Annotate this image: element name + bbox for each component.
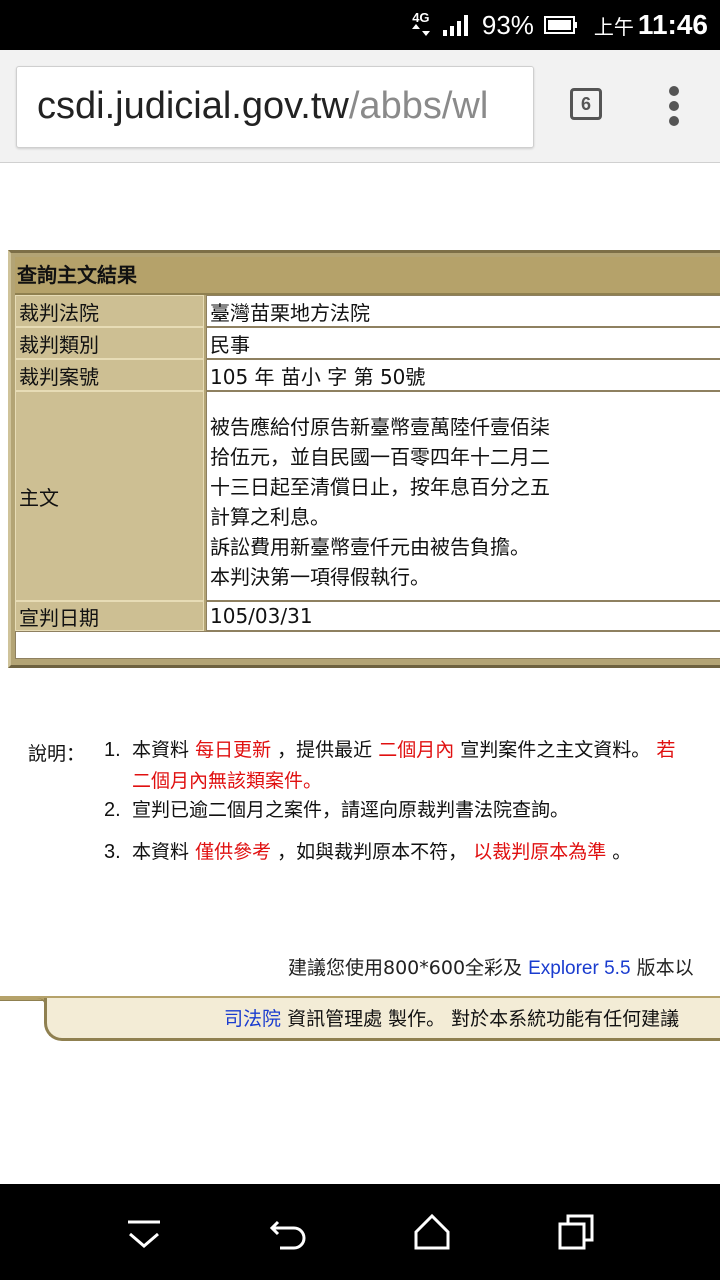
note-text: 本資料 — [132, 739, 190, 761]
table-row-date: 宣判日期 105/03/31 — [15, 601, 720, 631]
note-text: 宣判案件之主文資料。 — [460, 739, 651, 761]
notes-label: 說明： — [28, 743, 86, 765]
table-row-category: 裁判類別 民事 — [15, 327, 720, 359]
note-highlight: 以裁判原本為準 — [473, 841, 607, 863]
status-icons: 4G 93% 上午 11:46 — [410, 0, 708, 50]
note-text: 宣判已逾二個月之案件，請逕向原裁判書法院查詢。 — [132, 799, 570, 821]
row-value: 臺灣苗栗地方法院 — [206, 295, 720, 327]
judicial-yuan-link[interactable]: 司法院 — [224, 1008, 281, 1030]
row-value: 105 年 苗小 字 第 50號 — [206, 359, 720, 391]
recent-apps-icon[interactable] — [556, 1212, 596, 1252]
result-title: 查詢主文結果 — [15, 257, 720, 295]
table-footer-row — [15, 631, 720, 659]
row-label: 裁判法院 — [15, 295, 204, 327]
row-label: 裁判類別 — [15, 327, 204, 359]
note-highlight: 若 — [656, 739, 676, 761]
page-content: 查詢主文結果 裁判法院 臺灣苗栗地方法院 裁判類別 民事 裁判案號 105 年 … — [0, 163, 720, 1183]
note-item-1: 1. 本資料 每日更新 ，提供最近 二個月內 宣判案件之主文資料。 若 二個月內無… — [104, 735, 675, 793]
url-text: csdi.judicial.gov.tw/abbs/wl — [37, 85, 488, 128]
back-icon[interactable] — [268, 1212, 308, 1252]
network-type-icon: 4G — [410, 10, 432, 38]
battery-percent: 93% — [481, 9, 534, 40]
row-label: 主文 — [15, 391, 204, 601]
tab-switcher-button[interactable]: 6 — [570, 88, 602, 120]
browser-toolbar: csdi.judicial.gov.tw/abbs/wl 6 — [0, 50, 720, 163]
hide-keyboard-icon[interactable] — [124, 1212, 164, 1252]
suggest-text: 建議您使用800*600全彩及 — [288, 957, 523, 979]
tab-count: 6 — [580, 93, 591, 114]
browser-suggestion: 建議您使用800*600全彩及 Explorer 5.5 版本以 — [288, 953, 694, 980]
note-text: ，如與裁判原本不符， — [277, 841, 468, 863]
network-type-label: 4G — [412, 10, 430, 25]
note-highlight: 二個月內無該類案件。 — [132, 770, 323, 792]
clock-time: 11:46 — [637, 9, 708, 40]
row-value: 民事 — [206, 327, 720, 359]
footer-credit: 資訊管理處 製作。 對於本系統功能有任何建議 — [287, 1008, 680, 1030]
note-text: 本資料 — [132, 841, 190, 863]
explorer-link[interactable]: Explorer 5.5 — [528, 958, 630, 979]
note-number: 1. — [104, 739, 121, 761]
suggest-text: 版本以 — [636, 957, 694, 979]
address-bar[interactable]: csdi.judicial.gov.tw/abbs/wl — [16, 66, 534, 148]
note-text: 。 — [612, 841, 632, 863]
url-path: /abbs/wl — [348, 85, 489, 127]
row-value: 被告應給付原告新臺幣壹萬陸仟壹佰柒 拾伍元，並自民國一百零四年十二月二 十三日起… — [206, 391, 720, 601]
table-row-main-text: 主文 被告應給付原告新臺幣壹萬陸仟壹佰柒 拾伍元，並自民國一百零四年十二月二 十… — [15, 391, 720, 601]
url-fade — [503, 67, 533, 147]
row-label: 裁判案號 — [15, 359, 204, 391]
note-item-2: 2. 宣判已逾二個月之案件，請逕向原裁判書法院查詢。 — [104, 795, 569, 822]
result-table: 查詢主文結果 裁判法院 臺灣苗栗地方法院 裁判類別 民事 裁判案號 105 年 … — [8, 250, 720, 668]
battery-icon — [543, 16, 577, 34]
signal-icon — [442, 15, 468, 36]
url-domain: csdi.judicial.gov.tw — [37, 85, 349, 127]
note-item-3: 3. 本資料 僅供參考 ，如與裁判原本不符， 以裁判原本為準 。 — [104, 837, 631, 864]
row-value: 105/03/31 — [206, 601, 720, 631]
row-label: 宣判日期 — [15, 601, 204, 631]
note-highlight: 每日更新 — [195, 739, 272, 761]
note-highlight: 二個月內 — [378, 739, 455, 761]
note-number: 2. — [104, 799, 121, 821]
overflow-menu-icon[interactable] — [664, 86, 684, 126]
note-highlight: 僅供參考 — [195, 841, 272, 863]
footer-banner: 司法院 資訊管理處 製作。 對於本系統功能有任何建議 — [0, 996, 720, 1042]
home-icon[interactable] — [412, 1212, 452, 1252]
table-row-case-number: 裁判案號 105 年 苗小 字 第 50號 — [15, 359, 720, 391]
note-number: 3. — [104, 841, 121, 863]
navigation-bar — [0, 1184, 720, 1280]
table-row-court: 裁判法院 臺灣苗栗地方法院 — [15, 295, 720, 327]
result-table-inner: 查詢主文結果 裁判法院 臺灣苗栗地方法院 裁判類別 民事 裁判案號 105 年 … — [15, 257, 720, 661]
data-arrows-icon — [411, 24, 430, 36]
status-bar: 4G 93% 上午 11:46 — [0, 0, 720, 50]
clock-ampm: 上午 — [593, 16, 634, 39]
footer-text: 司法院 資訊管理處 製作。 對於本系統功能有任何建議 — [224, 1004, 679, 1031]
note-text: ，提供最近 — [277, 739, 373, 761]
